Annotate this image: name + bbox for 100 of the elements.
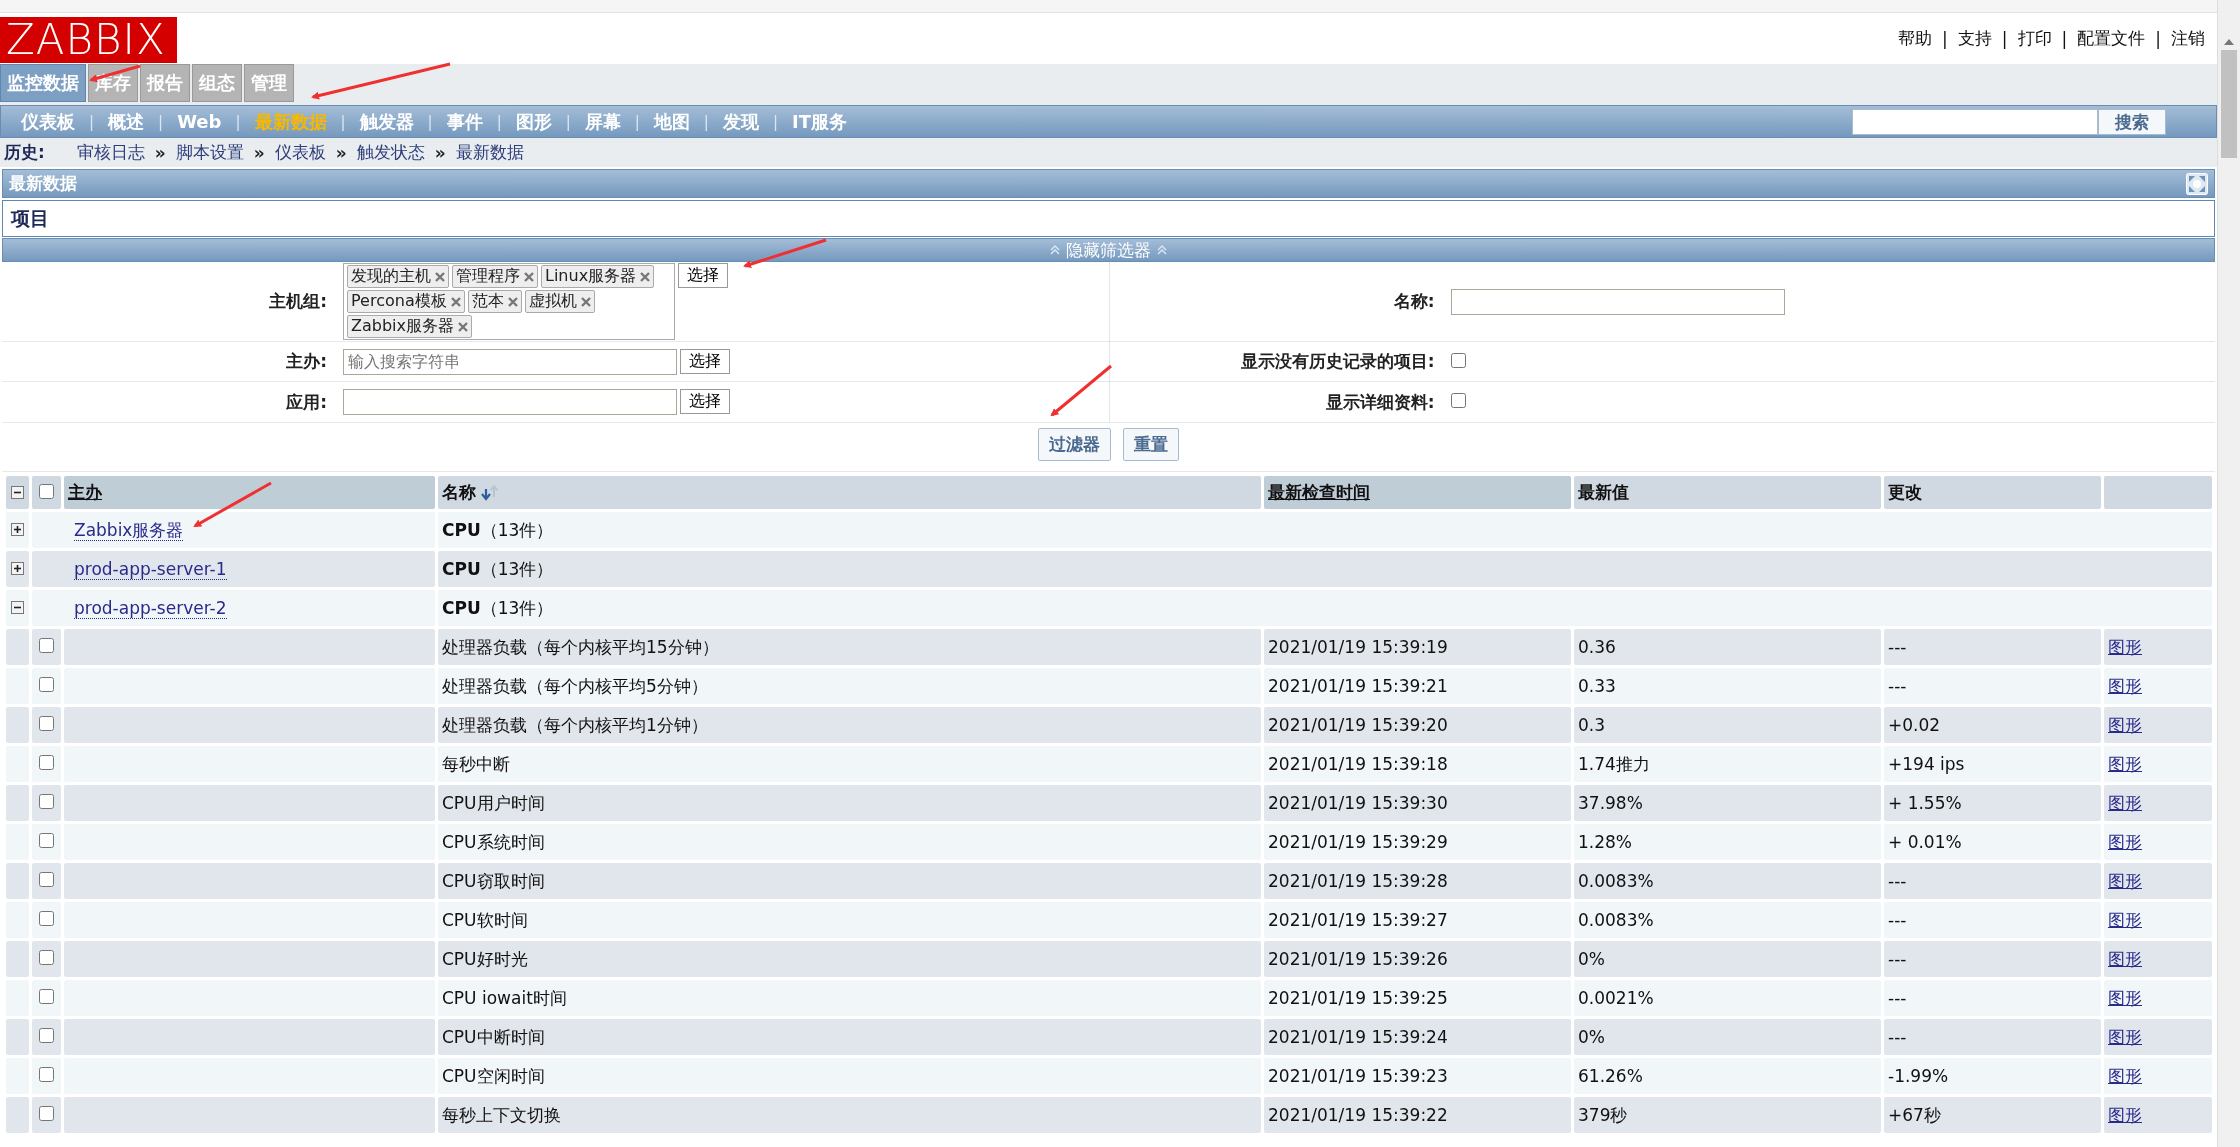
- field-label: 主机组:: [268, 290, 327, 313]
- tag-chip[interactable]: 虚拟机: [524, 290, 595, 313]
- remove-icon[interactable]: [450, 296, 461, 307]
- breadcrumb-link[interactable]: 审核日志: [76, 141, 145, 164]
- table-cell: ---: [1888, 871, 1907, 891]
- breadcrumb-link[interactable]: 仪表板: [274, 141, 326, 164]
- graph-link[interactable]: 图形: [2108, 1104, 2142, 1125]
- graph-link[interactable]: 图形: [2108, 1065, 2142, 1086]
- checkbox[interactable]: [1450, 393, 1466, 408]
- fullscreen-icon[interactable]: [2186, 172, 2208, 195]
- checkbox[interactable]: [39, 1028, 54, 1043]
- checkbox[interactable]: [39, 950, 54, 965]
- header-link[interactable]: 配置文件: [2077, 27, 2146, 50]
- collapse-icon[interactable]: [11, 485, 24, 499]
- select-button[interactable]: 选择: [678, 263, 728, 288]
- column-header: 名称: [438, 476, 1261, 509]
- remove-icon[interactable]: [507, 296, 518, 307]
- checkbox[interactable]: [39, 833, 54, 848]
- separator: »: [253, 142, 265, 163]
- checkbox[interactable]: [39, 483, 54, 499]
- table-cell: 0.36: [1578, 637, 1616, 657]
- graph-link[interactable]: 图形: [2108, 753, 2142, 774]
- checkbox[interactable]: [39, 716, 54, 731]
- checkbox[interactable]: [39, 989, 54, 1004]
- table-cell: CPU中断时间: [442, 1026, 545, 1047]
- remove-icon[interactable]: [458, 321, 468, 332]
- search-button[interactable]: 搜索: [2098, 108, 2166, 135]
- table-cell: 2021/01/19 15:39:27: [1268, 910, 1448, 930]
- field-label: 显示没有历史记录的项目:: [1239, 350, 1435, 373]
- separator: »: [335, 142, 347, 163]
- table-cell: 2021/01/19 15:39:21: [1268, 676, 1448, 696]
- remove-icon[interactable]: [524, 271, 534, 282]
- header-link[interactable]: 帮助: [1898, 27, 1933, 50]
- column-header[interactable]: 最新检查时间: [1264, 476, 1571, 509]
- tag-chip[interactable]: Linux服务器: [541, 265, 655, 288]
- table-cell: CPU系统时间: [442, 831, 545, 852]
- tag-chip[interactable]: Zabbix服务器: [347, 315, 472, 338]
- table-cell: -1.99%: [1888, 1066, 1949, 1086]
- checkbox[interactable]: [39, 638, 54, 653]
- graph-link[interactable]: 图形: [2108, 831, 2142, 852]
- select-button[interactable]: 选择: [680, 348, 730, 374]
- graph-link[interactable]: 图形: [2108, 870, 2142, 891]
- select-button[interactable]: 选择: [680, 389, 730, 414]
- table-cell: ---: [1888, 676, 1907, 696]
- application-field[interactable]: [343, 389, 677, 415]
- breadcrumb-link[interactable]: 触发状态: [356, 141, 425, 164]
- graph-link[interactable]: 图形: [2108, 636, 2142, 657]
- checkbox[interactable]: [39, 1067, 54, 1082]
- table-cell: 1.74推力: [1578, 753, 1650, 774]
- checkbox[interactable]: [39, 677, 54, 692]
- graph-link[interactable]: 图形: [2108, 909, 2142, 930]
- tag-field[interactable]: 发现的主机 管理程序 Linux服务器 Percona模板 范本 虚拟机 Zabbix服务器: [343, 263, 675, 340]
- remove-icon[interactable]: [640, 271, 651, 282]
- scrollbar-thumb[interactable]: [2221, 50, 2237, 158]
- graph-link[interactable]: 图形: [2108, 714, 2142, 735]
- graph-link[interactable]: 图形: [2108, 1026, 2142, 1047]
- checkbox[interactable]: [39, 1106, 54, 1121]
- header-link[interactable]: 注销: [2171, 27, 2205, 50]
- breadcrumb-link[interactable]: 脚本设置: [175, 141, 244, 164]
- table-cell: +194 ips: [1888, 754, 1965, 774]
- remove-icon[interactable]: [580, 296, 591, 307]
- table-cell: 处理器负载（每个内核平均5分钟）: [442, 675, 708, 696]
- tag-chip[interactable]: 发现的主机: [347, 265, 449, 288]
- sort-arrows-icon[interactable]: [480, 484, 500, 501]
- table-cell: 61.26%: [1578, 1066, 1643, 1086]
- filter-button[interactable]: 过滤器: [1038, 428, 1111, 461]
- host-link[interactable]: Zabbix服务器: [74, 519, 184, 541]
- header-link[interactable]: 支持: [1957, 27, 1992, 50]
- checkbox[interactable]: [1450, 352, 1466, 368]
- table-cell: 每秒上下文切换: [442, 1104, 561, 1125]
- application-label: CPU（13件）: [442, 519, 554, 540]
- table-cell: CPU好时光: [442, 948, 528, 969]
- table-cell: CPU窃取时间: [442, 870, 545, 891]
- graph-link[interactable]: 图形: [2108, 675, 2142, 696]
- header-link[interactable]: 打印: [2017, 27, 2052, 50]
- search-field[interactable]: [1852, 108, 2098, 135]
- checkbox[interactable]: [39, 794, 54, 809]
- graph-link[interactable]: 图形: [2108, 948, 2142, 969]
- checkbox[interactable]: [39, 911, 54, 926]
- name-field[interactable]: [1450, 288, 1785, 315]
- filter-button[interactable]: 重置: [1123, 428, 1179, 461]
- tag-chip[interactable]: 管理程序: [452, 265, 538, 288]
- checkbox[interactable]: [39, 872, 54, 887]
- breadcrumb-link[interactable]: 最新数据: [455, 141, 524, 164]
- graph-link[interactable]: 图形: [2108, 987, 2142, 1008]
- remove-icon[interactable]: [435, 271, 445, 282]
- table-cell: 0.0083%: [1578, 871, 1654, 891]
- field-label: 显示详细资料:: [1324, 390, 1435, 414]
- tag-chip[interactable]: Percona模板: [347, 290, 465, 313]
- column-header: 最新值: [1574, 476, 1881, 509]
- tag-chip[interactable]: 范本: [467, 290, 522, 313]
- graph-link[interactable]: 图形: [2108, 792, 2142, 813]
- host-field[interactable]: 输入搜索字符串: [343, 348, 677, 375]
- table-cell: 处理器负载（每个内核平均1分钟）: [442, 714, 708, 735]
- expand-icon[interactable]: [11, 562, 24, 575]
- checkbox[interactable]: [39, 755, 54, 770]
- table-cell: 2021/01/19 15:39:18: [1268, 754, 1448, 774]
- expand-icon[interactable]: [11, 523, 24, 536]
- column-header[interactable]: 主办: [64, 476, 435, 509]
- collapse-icon[interactable]: [11, 601, 24, 614]
